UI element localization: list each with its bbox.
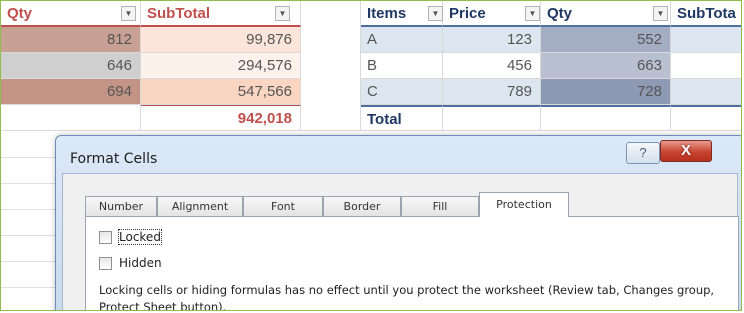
- left-qty-filter-dropdown[interactable]: ▼: [121, 6, 136, 21]
- cell-value: 547,566: [237, 83, 292, 100]
- tab-label: Fill: [432, 200, 448, 213]
- tab-border[interactable]: Border: [323, 196, 401, 216]
- left-qty-cell[interactable]: 646: [1, 53, 141, 79]
- cell-value: A: [367, 31, 378, 48]
- right-total-qty-cell[interactable]: [541, 105, 671, 131]
- right-subtotal-cell[interactable]: [671, 79, 741, 105]
- right-items-header-label: Items: [367, 5, 407, 22]
- locked-checkbox[interactable]: [99, 231, 112, 244]
- cell-value: 99,876: [246, 31, 292, 48]
- right-qty-header-label: Qty: [547, 5, 573, 22]
- gridline: [1, 183, 55, 184]
- right-items-filter-dropdown[interactable]: ▼: [428, 6, 443, 21]
- right-qty-cell[interactable]: 663: [541, 53, 671, 79]
- left-subtotal-cell[interactable]: 294,576: [141, 53, 301, 79]
- help-button[interactable]: ?: [626, 142, 660, 164]
- close-button[interactable]: X: [660, 140, 712, 162]
- cell-value: C: [367, 83, 378, 100]
- left-subtotal-header-label: SubTotal: [147, 5, 211, 22]
- tab-alignment[interactable]: Alignment: [157, 196, 243, 216]
- gridline: [1, 287, 55, 288]
- tab-label: Number: [98, 200, 144, 213]
- cell-value: 663: [636, 57, 662, 74]
- format-cells-dialog: Format Cells ? X Number Alignment Font B…: [55, 135, 741, 311]
- cell-value: 728: [636, 83, 662, 100]
- locked-label-text: Locked: [118, 229, 162, 245]
- tab-label: Border: [343, 200, 381, 213]
- right-qty-cell[interactable]: 552: [541, 27, 671, 53]
- left-total-qty-cell[interactable]: [1, 105, 141, 131]
- cell-value: Total: [367, 111, 402, 128]
- left-subtotal-cell[interactable]: 547,566: [141, 79, 301, 105]
- cell-value: 456: [506, 57, 532, 74]
- right-subtotal-header-label: SubTota: [677, 5, 736, 22]
- tab-label: Font: [271, 200, 295, 213]
- dialog-title: Format Cells: [70, 151, 158, 167]
- locked-label[interactable]: Locked: [118, 229, 162, 245]
- left-subtotal-cell[interactable]: 99,876: [141, 27, 301, 53]
- cell-value: 812: [106, 31, 132, 48]
- left-total-subtotal-cell[interactable]: 942,018: [141, 105, 301, 131]
- right-qty-cell[interactable]: 728: [541, 79, 671, 105]
- cell-value: 646: [106, 57, 132, 74]
- tab-label: Protection: [496, 198, 552, 211]
- right-item-cell[interactable]: C: [361, 79, 443, 105]
- right-price-cell[interactable]: 123: [443, 27, 541, 53]
- left-subtotal-filter-dropdown[interactable]: ▼: [275, 6, 290, 21]
- right-qty-header[interactable]: Qty: [541, 1, 671, 27]
- help-icon: ?: [639, 145, 647, 160]
- cell-value: B: [367, 57, 378, 74]
- hidden-label[interactable]: Hidden: [119, 256, 162, 270]
- cell-value: 694: [106, 83, 132, 100]
- dialog-client-area: Number Alignment Font Border Fill Protec…: [62, 173, 739, 311]
- tab-number[interactable]: Number: [85, 196, 157, 216]
- right-total-subtotal-cell[interactable]: [671, 105, 741, 131]
- left-qty-cell[interactable]: 694: [1, 79, 141, 105]
- right-item-cell[interactable]: B: [361, 53, 443, 79]
- hidden-checkbox[interactable]: [99, 257, 112, 270]
- protection-note: Locking cells or hiding formulas has no …: [99, 283, 715, 311]
- right-total-label-cell[interactable]: Total: [361, 105, 443, 131]
- right-item-cell[interactable]: A: [361, 27, 443, 53]
- protection-panel: Locked Hidden Locking cells or hiding fo…: [85, 216, 739, 311]
- cell-value: 789: [506, 83, 532, 100]
- right-total-price-cell[interactable]: [443, 105, 541, 131]
- left-qty-header-label: Qty: [7, 5, 33, 22]
- right-qty-filter-dropdown[interactable]: ▼: [653, 6, 668, 21]
- right-subtotal-cell[interactable]: [671, 27, 741, 53]
- close-icon: X: [680, 142, 691, 159]
- right-price-header-label: Price: [449, 5, 486, 22]
- right-subtotal-cell[interactable]: [671, 53, 741, 79]
- right-price-cell[interactable]: 789: [443, 79, 541, 105]
- gridline: [1, 261, 55, 262]
- cell-value: 552: [636, 31, 662, 48]
- left-qty-cell[interactable]: 812: [1, 27, 141, 53]
- tab-protection[interactable]: Protection: [479, 192, 569, 217]
- right-price-filter-dropdown[interactable]: ▼: [525, 6, 540, 21]
- tab-label: Alignment: [171, 200, 229, 213]
- gridline: [1, 209, 55, 210]
- left-qty-header[interactable]: Qty: [1, 1, 141, 27]
- empty-column[interactable]: [301, 1, 361, 131]
- tab-fill[interactable]: Fill: [401, 196, 479, 216]
- tab-font[interactable]: Font: [243, 196, 323, 216]
- hidden-label-text: Hidden: [119, 256, 162, 270]
- gridline: [1, 235, 55, 236]
- cell-value: 123: [506, 31, 532, 48]
- screenshot-frame: Qty ▼ SubTotal ▼ 812 99,876 646 294,576 …: [0, 0, 742, 311]
- cell-value: 294,576: [237, 57, 292, 74]
- right-subtotal-header[interactable]: SubTota: [671, 1, 741, 27]
- gridline: [1, 157, 55, 158]
- right-price-cell[interactable]: 456: [443, 53, 541, 79]
- worksheet-grid: Qty ▼ SubTotal ▼ 812 99,876 646 294,576 …: [1, 1, 741, 146]
- cell-value: 942,018: [237, 110, 292, 127]
